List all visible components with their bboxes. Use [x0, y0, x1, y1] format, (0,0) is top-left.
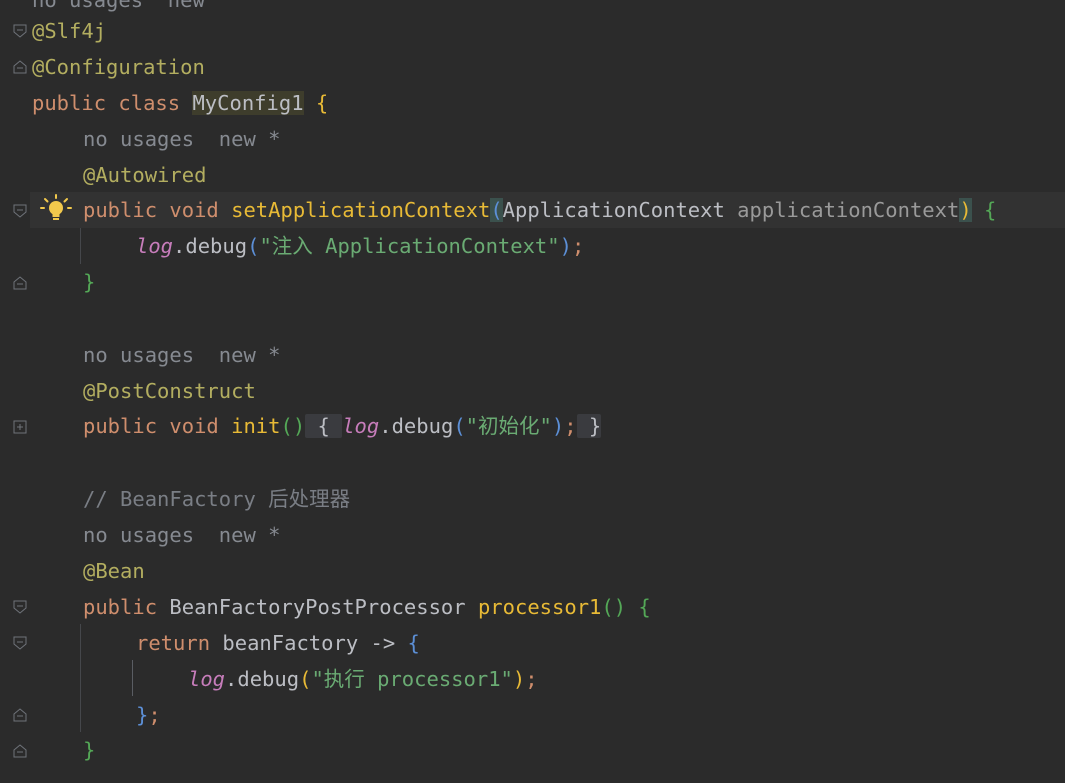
method-call[interactable]: debug	[392, 414, 454, 438]
code-line: public class MyConfig1 {	[32, 85, 328, 121]
keyword: public	[83, 198, 158, 222]
dot: .	[225, 667, 238, 691]
code-line: no usages new *	[83, 337, 280, 373]
code-line: @Slf4j	[32, 13, 106, 49]
editor-gutter	[0, 0, 30, 783]
lambda-param: beanFactory	[222, 631, 359, 655]
brace: }	[83, 270, 96, 294]
brace: }	[83, 738, 96, 762]
method-call[interactable]: debug	[237, 667, 299, 691]
paren: )	[959, 198, 972, 222]
code-line: public void setApplicationContext(Applic…	[83, 192, 996, 228]
code-line: return beanFactory -> {	[136, 625, 420, 661]
code-line: @Autowired	[83, 157, 206, 193]
dot: .	[379, 414, 392, 438]
code-line: @Bean	[83, 553, 145, 589]
paren: (	[490, 198, 503, 222]
keyword: class	[118, 91, 181, 115]
brace: {	[638, 595, 651, 619]
fold-start-icon[interactable]	[12, 635, 28, 651]
fold-end-icon[interactable]	[12, 275, 28, 291]
paren: )	[551, 414, 565, 438]
fold-end-icon[interactable]	[12, 59, 28, 75]
code-line: }	[83, 732, 95, 768]
fold-end-icon[interactable]	[12, 707, 28, 723]
string-literal: "执行 processor1"	[311, 667, 513, 691]
paren: (	[299, 667, 312, 691]
annotation: @Slf4j	[32, 19, 107, 43]
code-line: no usages new *	[83, 517, 280, 553]
keyword: return	[136, 631, 211, 655]
usage-hint[interactable]: no usages new *	[83, 343, 280, 367]
annotation: @PostConstruct	[83, 379, 256, 403]
method-name[interactable]: setApplicationContext	[231, 198, 490, 222]
type-name[interactable]: ApplicationContext	[503, 198, 725, 222]
usage-hint[interactable]: no usages new *	[83, 523, 280, 547]
code-line: // BeanFactory 后处理器	[83, 481, 350, 517]
fold-end-icon[interactable]	[12, 743, 28, 759]
semicolon: ;	[564, 414, 577, 438]
paren: (	[247, 234, 260, 258]
indent-guide	[80, 228, 81, 264]
code-line: public void init() { log.debug("初始化"); }	[83, 408, 602, 444]
folded-region-end[interactable]: }	[576, 414, 602, 438]
string-literal: "注入 ApplicationContext"	[259, 234, 560, 258]
annotation: @Bean	[83, 559, 145, 583]
field-ref[interactable]: log	[136, 234, 173, 258]
paren: (	[453, 414, 466, 438]
string-literal: "初始化"	[465, 414, 552, 438]
annotation: @Configuration	[32, 55, 205, 79]
paren: )	[512, 667, 526, 691]
method-call[interactable]: debug	[185, 234, 247, 258]
keyword: void	[169, 198, 219, 222]
type-name[interactable]: BeanFactoryPostProcessor	[169, 595, 465, 619]
parameter-name: applicationContext	[737, 198, 960, 222]
field-ref[interactable]: log	[188, 667, 225, 691]
code-line: };	[136, 697, 161, 733]
semicolon: ;	[525, 667, 538, 691]
folded-region-start[interactable]: {	[305, 414, 343, 438]
class-name[interactable]: MyConfig1	[192, 91, 304, 115]
brace: {	[407, 631, 420, 655]
fold-start-icon[interactable]	[12, 23, 28, 39]
code-line: no usages new *	[83, 121, 280, 157]
brace: {	[984, 198, 997, 222]
fold-start-icon[interactable]	[12, 203, 28, 219]
fold-start-icon[interactable]	[12, 599, 28, 615]
comment: // BeanFactory 后处理器	[83, 487, 351, 511]
paren: ()	[601, 595, 627, 619]
usage-hint[interactable]: no usages new	[32, 0, 205, 12]
code-line: @Configuration	[32, 49, 205, 85]
indent-guide	[80, 624, 81, 732]
code-line: log.debug("执行 processor1");	[188, 661, 538, 697]
paren: )	[559, 234, 572, 258]
dot: .	[173, 234, 186, 258]
arrow: ->	[370, 631, 396, 655]
method-name[interactable]: init	[231, 414, 280, 438]
keyword: void	[169, 414, 219, 438]
indent-guide	[132, 660, 133, 696]
keyword: public	[32, 91, 107, 115]
keyword: public	[83, 414, 158, 438]
method-name[interactable]: processor1	[478, 595, 601, 619]
code-line: public BeanFactoryPostProcessor processo…	[83, 589, 651, 625]
annotation: @Autowired	[83, 163, 207, 187]
paren: ()	[280, 414, 306, 438]
fold-expand-icon[interactable]	[12, 419, 28, 435]
brace: }	[136, 703, 149, 727]
usage-hint[interactable]: no usages new *	[83, 127, 280, 151]
keyword: public	[83, 595, 158, 619]
field-ref[interactable]: log	[342, 414, 379, 438]
code-line: log.debug("注入 ApplicationContext");	[136, 228, 584, 264]
semicolon: ;	[148, 703, 161, 727]
semicolon: ;	[571, 234, 585, 258]
code-line: }	[83, 264, 95, 300]
brace: {	[315, 91, 329, 115]
code-line: @PostConstruct	[83, 373, 256, 409]
lightbulb-icon[interactable]	[40, 194, 72, 224]
